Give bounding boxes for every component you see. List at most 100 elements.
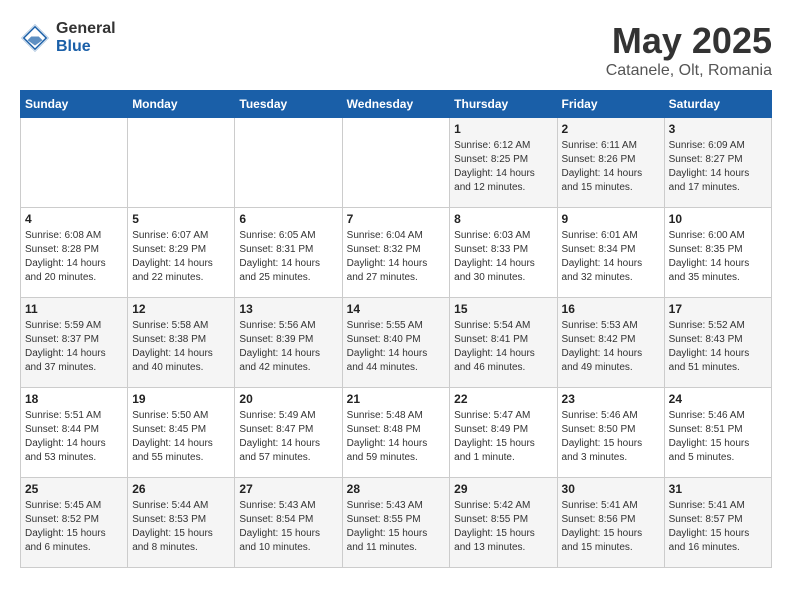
month-title: May 2025 — [606, 20, 772, 62]
day-info: Sunrise: 5:41 AM Sunset: 8:56 PM Dayligh… — [562, 499, 660, 555]
day-info: Sunrise: 5:46 AM Sunset: 8:51 PM Dayligh… — [669, 409, 767, 465]
day-number: 11 — [25, 302, 123, 316]
day-cell-3-3: 21 Sunrise: 5:48 AM Sunset: 8:48 PM Dayli… — [342, 388, 450, 478]
day-info: Sunrise: 5:52 AM Sunset: 8:43 PM Dayligh… — [669, 319, 767, 375]
day-info: Sunrise: 5:49 AM Sunset: 8:47 PM Dayligh… — [239, 409, 337, 465]
day-number: 23 — [562, 392, 660, 406]
day-number: 16 — [562, 302, 660, 316]
day-cell-1-2: 6 Sunrise: 6:05 AM Sunset: 8:31 PM Daylig… — [235, 208, 342, 298]
day-number: 22 — [454, 392, 552, 406]
day-cell-3-6: 24 Sunrise: 5:46 AM Sunset: 8:51 PM Dayli… — [664, 388, 771, 478]
day-cell-2-3: 14 Sunrise: 5:55 AM Sunset: 8:40 PM Dayli… — [342, 298, 450, 388]
week-row-5: 25 Sunrise: 5:45 AM Sunset: 8:52 PM Dayli… — [21, 478, 772, 568]
day-cell-3-0: 18 Sunrise: 5:51 AM Sunset: 8:44 PM Dayli… — [21, 388, 128, 478]
day-info: Sunrise: 5:50 AM Sunset: 8:45 PM Dayligh… — [132, 409, 230, 465]
header-sunday: Sunday — [21, 91, 128, 118]
day-info: Sunrise: 6:00 AM Sunset: 8:35 PM Dayligh… — [669, 229, 767, 285]
day-info: Sunrise: 5:54 AM Sunset: 8:41 PM Dayligh… — [454, 319, 552, 375]
day-number: 4 — [25, 212, 123, 226]
day-info: Sunrise: 5:45 AM Sunset: 8:52 PM Dayligh… — [25, 499, 123, 555]
day-info: Sunrise: 6:03 AM Sunset: 8:33 PM Dayligh… — [454, 229, 552, 285]
day-info: Sunrise: 5:51 AM Sunset: 8:44 PM Dayligh… — [25, 409, 123, 465]
week-row-1: 1Sunrise: 6:12 AM Sunset: 8:25 PM Daylig… — [21, 118, 772, 208]
header-wednesday: Wednesday — [342, 91, 450, 118]
day-info: Sunrise: 6:04 AM Sunset: 8:32 PM Dayligh… — [347, 229, 446, 285]
day-cell-1-0: 4 Sunrise: 6:08 AM Sunset: 8:28 PM Daylig… — [21, 208, 128, 298]
week-row-3: 11 Sunrise: 5:59 AM Sunset: 8:37 PM Dayli… — [21, 298, 772, 388]
header-tuesday: Tuesday — [235, 91, 342, 118]
day-info: Sunrise: 5:53 AM Sunset: 8:42 PM Dayligh… — [562, 319, 660, 375]
day-number: 25 — [25, 482, 123, 496]
calendar-body: 1Sunrise: 6:12 AM Sunset: 8:25 PM Daylig… — [21, 118, 772, 568]
day-info: Sunrise: 5:48 AM Sunset: 8:48 PM Dayligh… — [347, 409, 446, 465]
day-number: 27 — [239, 482, 337, 496]
day-cell-1-1: 5Sunrise: 6:07 AM Sunset: 8:29 PM Daylig… — [128, 208, 235, 298]
day-number: 29 — [454, 482, 552, 496]
logo-general-text: General — [56, 20, 116, 38]
logo-text: General Blue — [56, 20, 116, 55]
day-cell-0-5: 2Sunrise: 6:11 AM Sunset: 8:26 PM Daylig… — [557, 118, 664, 208]
header-row: Sunday Monday Tuesday Wednesday Thursday… — [21, 91, 772, 118]
header-thursday: Thursday — [450, 91, 557, 118]
day-cell-4-2: 27Sunrise: 5:43 AM Sunset: 8:54 PM Dayli… — [235, 478, 342, 568]
day-info: Sunrise: 6:11 AM Sunset: 8:26 PM Dayligh… — [562, 139, 660, 195]
day-cell-3-5: 23Sunrise: 5:46 AM Sunset: 8:50 PM Dayli… — [557, 388, 664, 478]
day-cell-0-1 — [128, 118, 235, 208]
day-cell-4-1: 26 Sunrise: 5:44 AM Sunset: 8:53 PM Dayli… — [128, 478, 235, 568]
day-cell-3-4: 22Sunrise: 5:47 AM Sunset: 8:49 PM Dayli… — [450, 388, 557, 478]
day-cell-0-3 — [342, 118, 450, 208]
day-number: 6 — [239, 212, 337, 226]
day-number: 31 — [669, 482, 767, 496]
day-cell-2-4: 15 Sunrise: 5:54 AM Sunset: 8:41 PM Dayli… — [450, 298, 557, 388]
day-number: 8 — [454, 212, 552, 226]
header-monday: Monday — [128, 91, 235, 118]
day-cell-2-1: 12 Sunrise: 5:58 AM Sunset: 8:38 PM Dayli… — [128, 298, 235, 388]
title-section: May 2025 Catanele, Olt, Romania — [606, 20, 772, 80]
day-cell-4-5: 30 Sunrise: 5:41 AM Sunset: 8:56 PM Dayli… — [557, 478, 664, 568]
day-number: 14 — [347, 302, 446, 316]
day-cell-0-0 — [21, 118, 128, 208]
day-number: 12 — [132, 302, 230, 316]
day-number: 24 — [669, 392, 767, 406]
day-cell-4-6: 31Sunrise: 5:41 AM Sunset: 8:57 PM Dayli… — [664, 478, 771, 568]
day-cell-2-6: 17 Sunrise: 5:52 AM Sunset: 8:43 PM Dayli… — [664, 298, 771, 388]
day-info: Sunrise: 5:55 AM Sunset: 8:40 PM Dayligh… — [347, 319, 446, 375]
day-cell-3-1: 19 Sunrise: 5:50 AM Sunset: 8:45 PM Dayli… — [128, 388, 235, 478]
day-info: Sunrise: 6:08 AM Sunset: 8:28 PM Dayligh… — [25, 229, 123, 285]
day-number: 13 — [239, 302, 337, 316]
day-number: 30 — [562, 482, 660, 496]
day-number: 18 — [25, 392, 123, 406]
day-cell-2-2: 13Sunrise: 5:56 AM Sunset: 8:39 PM Dayli… — [235, 298, 342, 388]
day-info: Sunrise: 5:43 AM Sunset: 8:55 PM Dayligh… — [347, 499, 446, 555]
day-number: 10 — [669, 212, 767, 226]
day-number: 17 — [669, 302, 767, 316]
day-info: Sunrise: 6:07 AM Sunset: 8:29 PM Dayligh… — [132, 229, 230, 285]
header-friday: Friday — [557, 91, 664, 118]
day-info: Sunrise: 6:09 AM Sunset: 8:27 PM Dayligh… — [669, 139, 767, 195]
day-number: 26 — [132, 482, 230, 496]
calendar-header: Sunday Monday Tuesday Wednesday Thursday… — [21, 91, 772, 118]
day-number: 9 — [562, 212, 660, 226]
logo-blue-text: Blue — [56, 38, 116, 56]
day-info: Sunrise: 5:44 AM Sunset: 8:53 PM Dayligh… — [132, 499, 230, 555]
day-info: Sunrise: 5:58 AM Sunset: 8:38 PM Dayligh… — [132, 319, 230, 375]
week-row-2: 4 Sunrise: 6:08 AM Sunset: 8:28 PM Daylig… — [21, 208, 772, 298]
day-number: 20 — [239, 392, 337, 406]
day-cell-0-4: 1Sunrise: 6:12 AM Sunset: 8:25 PM Daylig… — [450, 118, 557, 208]
logo: General Blue — [20, 20, 116, 55]
day-number: 19 — [132, 392, 230, 406]
day-info: Sunrise: 6:01 AM Sunset: 8:34 PM Dayligh… — [562, 229, 660, 285]
logo-icon — [20, 23, 50, 53]
week-row-4: 18 Sunrise: 5:51 AM Sunset: 8:44 PM Dayli… — [21, 388, 772, 478]
day-cell-4-3: 28Sunrise: 5:43 AM Sunset: 8:55 PM Dayli… — [342, 478, 450, 568]
day-info: Sunrise: 5:59 AM Sunset: 8:37 PM Dayligh… — [25, 319, 123, 375]
header-saturday: Saturday — [664, 91, 771, 118]
day-cell-2-0: 11 Sunrise: 5:59 AM Sunset: 8:37 PM Dayli… — [21, 298, 128, 388]
day-number: 7 — [347, 212, 446, 226]
day-number: 15 — [454, 302, 552, 316]
day-info: Sunrise: 5:42 AM Sunset: 8:55 PM Dayligh… — [454, 499, 552, 555]
day-number: 21 — [347, 392, 446, 406]
day-cell-3-2: 20 Sunrise: 5:49 AM Sunset: 8:47 PM Dayli… — [235, 388, 342, 478]
day-info: Sunrise: 6:05 AM Sunset: 8:31 PM Dayligh… — [239, 229, 337, 285]
page-header: General Blue May 2025 Catanele, Olt, Rom… — [20, 20, 772, 80]
